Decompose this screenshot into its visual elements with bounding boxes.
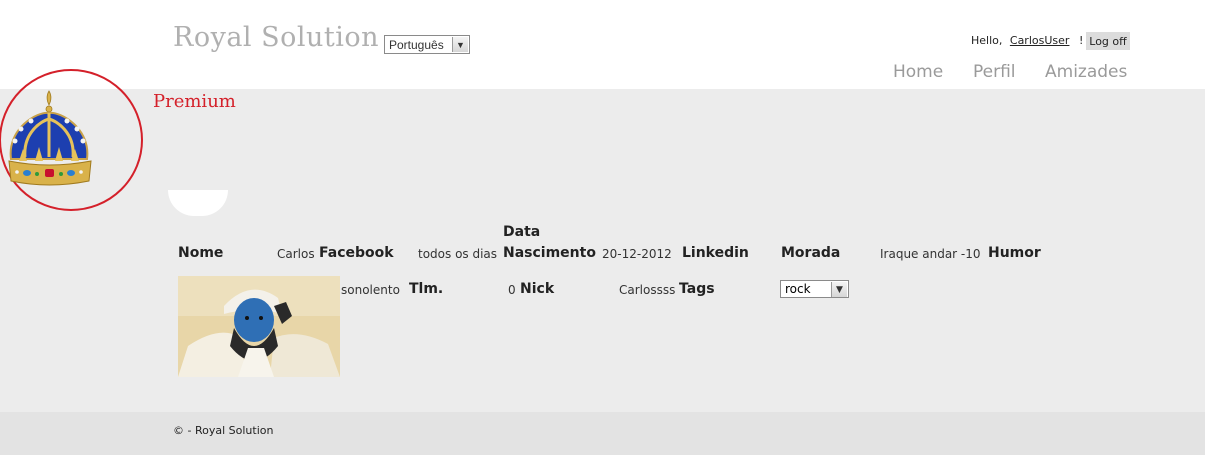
value-nick: Carlossss: [619, 283, 676, 297]
label-morada: Morada: [781, 245, 841, 261]
chevron-down-icon: ▼: [452, 37, 468, 52]
greeting: Hello, CarlosUser !: [971, 34, 1083, 47]
copyright: © - Royal Solution: [173, 424, 274, 437]
logoff-button[interactable]: Log off: [1086, 32, 1130, 50]
premium-badge: [0, 69, 145, 212]
nav-home[interactable]: Home: [893, 62, 943, 82]
greeting-exclamation: !: [1078, 34, 1084, 47]
crown-icon: [0, 69, 143, 211]
value-nome: Carlos: [277, 247, 315, 261]
tags-select[interactable]: rock ▼: [780, 280, 849, 298]
value-morada: Iraque andar -10: [880, 247, 981, 261]
label-nick: Nick: [520, 281, 555, 297]
username-link[interactable]: CarlosUser: [1010, 34, 1070, 47]
label-facebook: Facebook: [319, 245, 394, 261]
value-tlm: 0: [508, 283, 516, 297]
label-tlm: Tlm.: [409, 281, 444, 297]
footer: © - Royal Solution: [0, 412, 1205, 455]
value-nascimento: 20-12-2012: [602, 247, 672, 261]
profile-photo-image: [178, 276, 340, 377]
label-tags: Tags: [679, 281, 715, 297]
premium-label: Premium: [153, 91, 236, 112]
tags-value: rock: [785, 282, 811, 296]
value-facebook: todos os dias: [418, 247, 498, 261]
header: Royal Solution Português ▼ Hello, Carlos…: [0, 0, 1205, 89]
label-data: Data: [503, 224, 541, 240]
greeting-text: Hello,: [971, 34, 1003, 47]
language-select[interactable]: Português ▼: [384, 35, 470, 54]
chevron-down-icon: ▼: [831, 282, 847, 297]
label-linkedin: Linkedin: [682, 245, 749, 261]
language-value: Português: [389, 38, 444, 52]
nav-perfil[interactable]: Perfil: [973, 62, 1016, 82]
label-humor: Humor: [988, 245, 1041, 261]
value-humor: sonolento: [341, 283, 400, 297]
label-nascimento: Nascimento: [503, 245, 596, 261]
profile-photo: [178, 276, 340, 377]
nav-amizades[interactable]: Amizades: [1045, 62, 1127, 82]
site-title[interactable]: Royal Solution: [173, 22, 379, 53]
label-nome: Nome: [178, 245, 224, 261]
